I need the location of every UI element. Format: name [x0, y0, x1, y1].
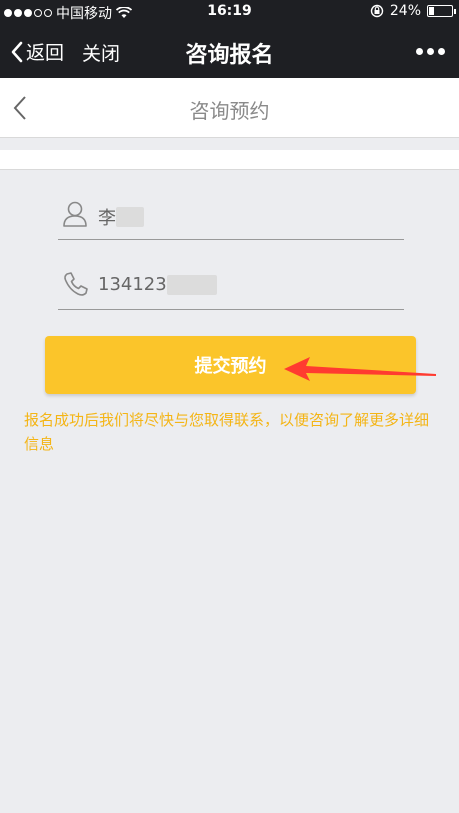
redacted-mask [166, 274, 217, 295]
annotation-arrow-icon [284, 357, 436, 381]
page-title: 咨询预约 [189, 99, 270, 123]
nav-back-button[interactable]: 返回 [10, 38, 64, 65]
user-icon [63, 201, 87, 227]
status-bar: 中国移动 16:19 24% [0, 0, 459, 24]
phone-field[interactable]: 134123 [58, 268, 404, 310]
nav-back-label: 返回 [26, 42, 65, 64]
phone-value: 134123 [98, 274, 167, 295]
battery-percent: 24% [389, 3, 421, 19]
name-value: 李 [98, 208, 116, 229]
name-field[interactable]: 李 [58, 198, 404, 240]
page-header: 咨询预约 [0, 78, 459, 138]
battery-icon [427, 5, 456, 17]
chevron-left-icon [11, 41, 23, 62]
redacted-mask [116, 207, 144, 227]
rotation-lock-icon [370, 4, 384, 18]
divider-strip [0, 150, 459, 170]
phone-icon [64, 272, 88, 296]
hint-text: 报名成功后我们将尽快与您取得联系，以便咨询了解更多详细信息 [24, 411, 430, 453]
nav-close-button[interactable]: 关闭 [82, 39, 120, 66]
nav-bar: 返回 关闭 咨询报名 [0, 24, 459, 78]
more-options-icon[interactable] [416, 38, 445, 65]
nav-title: 咨询报名 [185, 43, 274, 68]
